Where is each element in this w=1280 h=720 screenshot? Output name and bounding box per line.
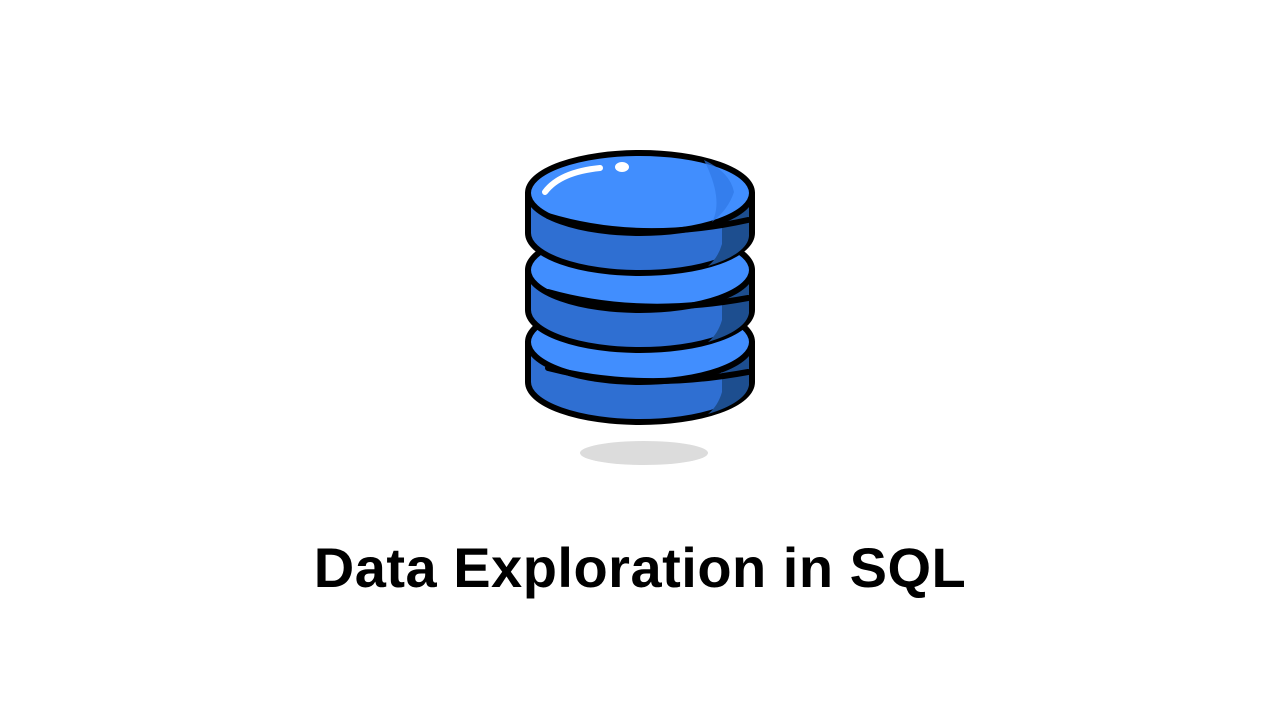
page-title: Data Exploration in SQL <box>313 536 967 599</box>
database-icon-graphic <box>525 150 755 465</box>
highlight-dot <box>615 162 629 172</box>
database-disk-top <box>525 150 755 276</box>
icon-shadow <box>580 441 708 465</box>
database-icon <box>520 140 760 480</box>
title-slide: Data Exploration in SQL <box>0 0 1280 720</box>
